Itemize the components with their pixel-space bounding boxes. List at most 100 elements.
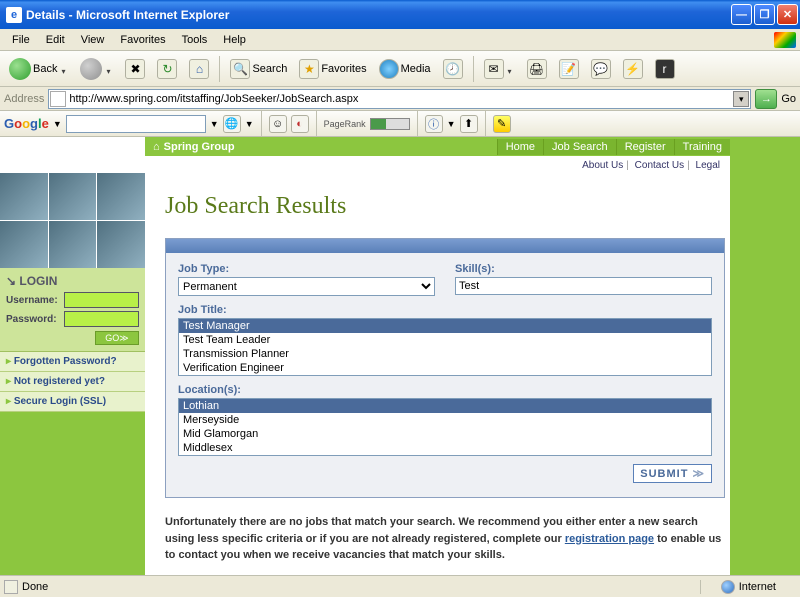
login-box: LOGIN Username: Password: GO≫: [0, 268, 145, 352]
address-dropdown[interactable]: ▾: [733, 91, 749, 107]
window-title: Details - Microsoft Internet Explorer: [26, 8, 731, 22]
home-icon: ⌂: [153, 141, 160, 153]
status-text: Done: [22, 581, 48, 593]
nav-register[interactable]: Register: [616, 139, 674, 155]
back-button[interactable]: Back: [4, 55, 73, 83]
jobtitle-label: Job Title:: [178, 304, 712, 316]
link-legal[interactable]: Legal: [696, 160, 720, 171]
google-highlight-button[interactable]: ✎: [493, 115, 511, 133]
nav-job-search[interactable]: Job Search: [543, 139, 616, 155]
menu-favorites[interactable]: Favorites: [112, 32, 173, 48]
google-search-web-button[interactable]: 🌐: [223, 115, 241, 133]
home-button[interactable]: ⌂: [184, 55, 214, 83]
menu-view[interactable]: View: [73, 32, 113, 48]
forward-button[interactable]: [75, 55, 118, 83]
research-button[interactable]: ⚡: [618, 55, 648, 83]
stop-button[interactable]: ✖: [120, 55, 150, 83]
list-item[interactable]: Transmission Planner: [179, 347, 711, 361]
discuss-button[interactable]: 💬: [586, 55, 616, 83]
google-logo[interactable]: Google: [4, 116, 49, 131]
username-label: Username:: [6, 295, 64, 306]
link-about-us[interactable]: About Us: [582, 160, 623, 171]
list-item[interactable]: Test Manager: [179, 319, 711, 333]
location-listbox[interactable]: Lothian Merseyside Mid Glamorgan Middles…: [178, 398, 712, 456]
ie-icon: e: [6, 7, 22, 23]
maximize-button[interactable]: ❐: [754, 4, 775, 25]
location-label: Location(s):: [178, 384, 712, 396]
pagerank-label[interactable]: PageRank: [324, 119, 366, 129]
jobtype-select[interactable]: Permanent: [178, 277, 435, 296]
page-icon: [50, 91, 66, 107]
refresh-button[interactable]: ↻: [152, 55, 182, 83]
jobtitle-listbox[interactable]: Test Manager Test Team Leader Transmissi…: [178, 318, 712, 376]
go-label: Go: [781, 93, 796, 105]
security-zone: Internet: [739, 581, 776, 593]
registration-link[interactable]: registration page: [565, 533, 654, 545]
menu-file[interactable]: File: [4, 32, 38, 48]
search-button[interactable]: 🔍Search: [225, 55, 292, 83]
list-item[interactable]: Lothian: [179, 399, 711, 413]
google-search-input[interactable]: [66, 115, 206, 133]
status-bar: Done Internet: [0, 575, 800, 597]
link-contact-us[interactable]: Contact Us: [635, 160, 684, 171]
print-button[interactable]: 🖨: [522, 55, 552, 83]
done-icon: [4, 580, 18, 594]
site-brand[interactable]: Spring Group: [164, 141, 497, 153]
window-titlebar: e Details - Microsoft Internet Explorer …: [0, 0, 800, 29]
password-input[interactable]: [64, 311, 139, 327]
favorites-button[interactable]: ★Favorites: [294, 55, 371, 83]
history-button[interactable]: 🕗: [438, 55, 468, 83]
jobtype-label: Job Type:: [178, 263, 435, 275]
right-green-column: [730, 156, 800, 575]
submit-button[interactable]: SUBMIT: [633, 464, 712, 483]
pagerank-meter: [370, 118, 410, 130]
site-header-bar: ⌂ Spring Group Home Job Search Register …: [0, 137, 800, 156]
address-input[interactable]: [48, 89, 751, 109]
no-results-message: Unfortunately there are no jobs that mat…: [165, 514, 725, 564]
list-item[interactable]: Merseyside: [179, 413, 711, 427]
navigation-toolbar: Back ✖ ↻ ⌂ 🔍Search ★Favorites Media 🕗 ✉ …: [0, 51, 800, 87]
left-sidebar: LOGIN Username: Password: GO≫ Forgotten …: [0, 173, 145, 575]
address-label: Address: [4, 93, 44, 105]
globe-icon: [721, 580, 735, 594]
page-title: Job Search Results: [165, 193, 725, 220]
google-info-button[interactable]: ⓘ: [425, 115, 443, 133]
link-secure-login[interactable]: Secure Login (SSL): [0, 392, 145, 412]
username-input[interactable]: [64, 292, 139, 308]
menu-edit[interactable]: Edit: [38, 32, 73, 48]
search-panel: Job Type: Permanent Skill(s): Job Title:: [165, 238, 725, 498]
menu-tools[interactable]: Tools: [174, 32, 216, 48]
minimize-button[interactable]: —: [731, 4, 752, 25]
go-button[interactable]: →: [755, 89, 777, 109]
password-label: Password:: [6, 314, 64, 325]
nav-training[interactable]: Training: [674, 139, 730, 155]
browser-viewport: ⌂ Spring Group Home Job Search Register …: [0, 137, 800, 575]
google-news-button[interactable]: ◐: [291, 115, 309, 133]
nav-home[interactable]: Home: [497, 139, 543, 155]
media-button[interactable]: Media: [374, 55, 436, 83]
login-go-button[interactable]: GO≫: [95, 331, 139, 345]
google-toolbar: Google▼ ▼ 🌐 ▼ ☺ ◐ PageRank ⓘ▼ ⬆ ✎: [0, 111, 800, 137]
windows-flag-icon[interactable]: [774, 32, 796, 48]
link-not-registered[interactable]: Not registered yet?: [0, 372, 145, 392]
list-item[interactable]: Mid Glamorgan: [179, 427, 711, 441]
main-content: Job Search Results Job Type: Permanent S…: [145, 173, 800, 575]
close-button[interactable]: ✕: [777, 4, 798, 25]
list-item[interactable]: Middlesex: [179, 441, 711, 455]
skills-label: Skill(s):: [455, 263, 712, 275]
list-item[interactable]: Verification Engineer: [179, 361, 711, 375]
edit-button[interactable]: 📝: [554, 55, 584, 83]
realplayer-button[interactable]: r: [650, 55, 680, 83]
login-heading: LOGIN: [6, 274, 139, 288]
mail-button[interactable]: ✉: [479, 55, 520, 83]
google-smiley-icon[interactable]: ☺: [269, 115, 287, 133]
address-bar: Address ▾ → Go: [0, 87, 800, 111]
sub-nav-links: About Us| Contact Us| Legal: [0, 156, 800, 173]
hero-image: [0, 173, 145, 268]
skills-input[interactable]: [455, 277, 712, 295]
menu-help[interactable]: Help: [215, 32, 254, 48]
link-forgotten-password[interactable]: Forgotten Password?: [0, 352, 145, 372]
google-up-button[interactable]: ⬆: [460, 115, 478, 133]
menu-bar: File Edit View Favorites Tools Help: [0, 29, 800, 51]
list-item[interactable]: Test Team Leader: [179, 333, 711, 347]
